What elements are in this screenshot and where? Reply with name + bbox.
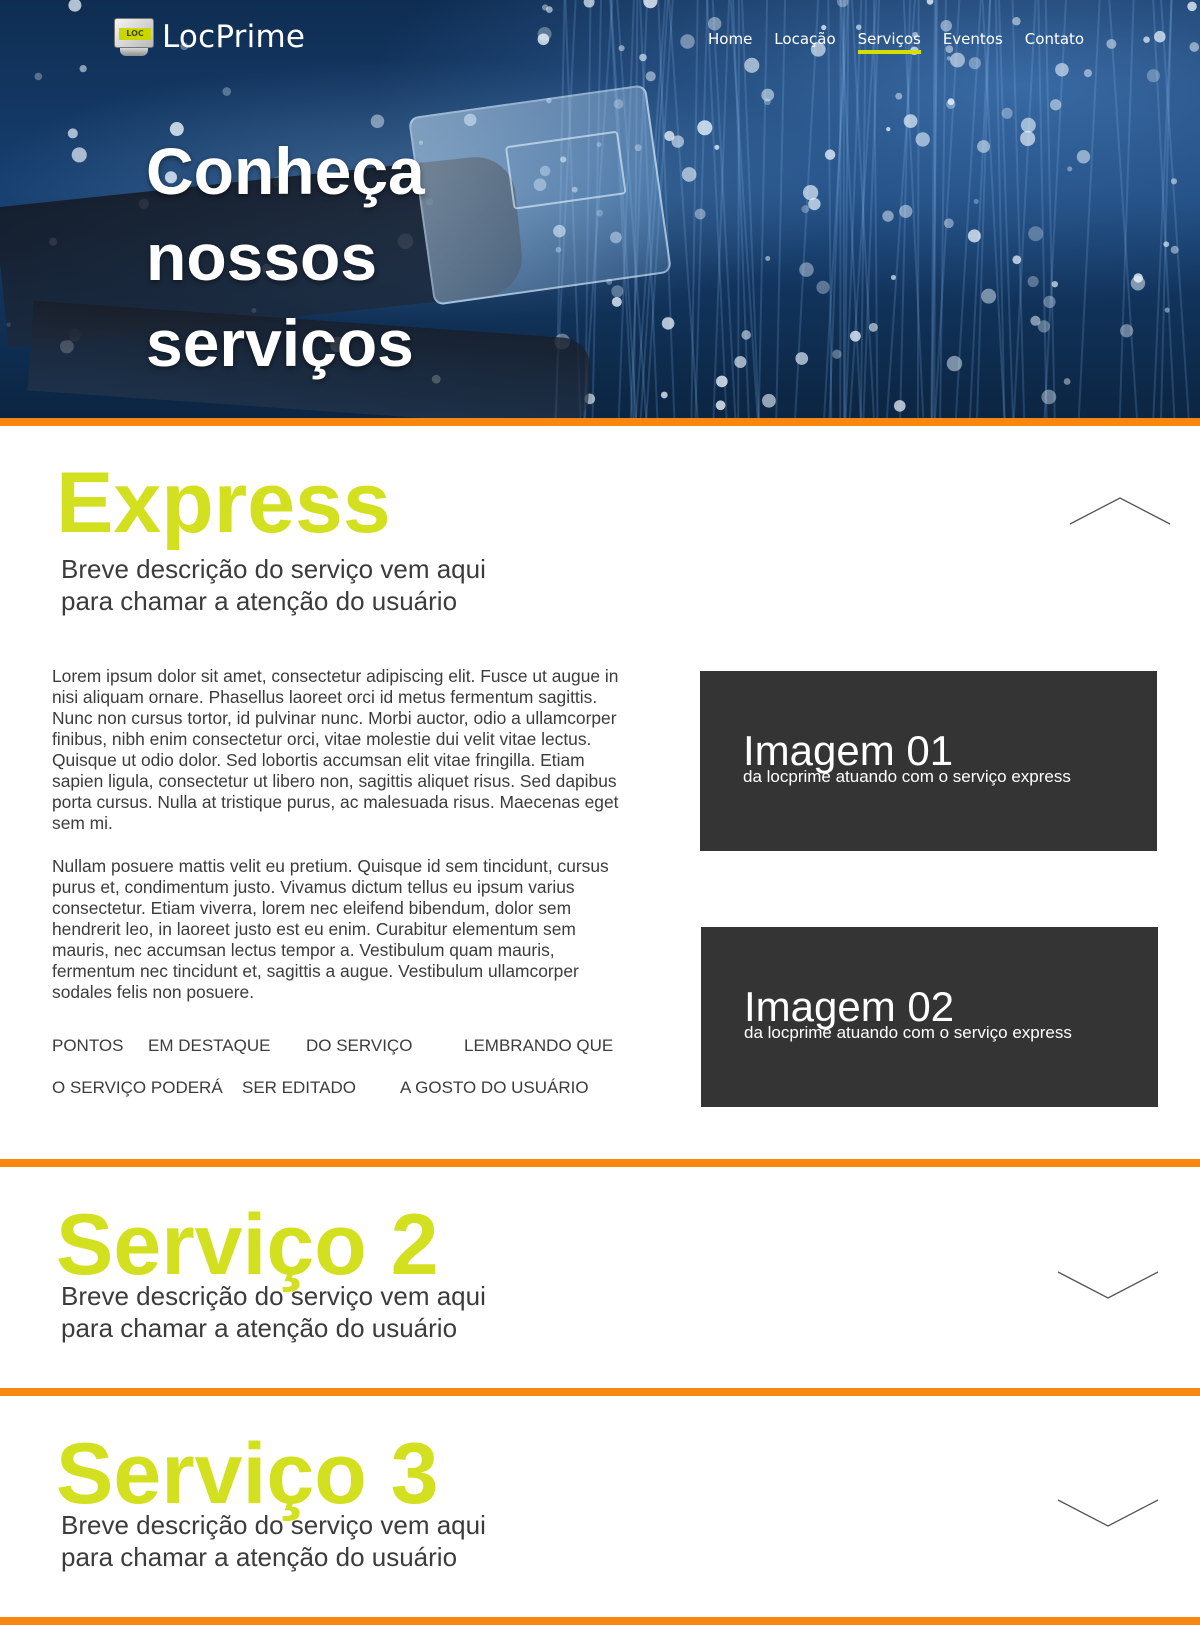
service-paragraph-2: Nullam posuere mattis velit eu pretium. …	[52, 856, 609, 1002]
hero-title-line-2: nossos	[146, 220, 378, 294]
service-description-line-1: Breve descrição do serviço vem aqui	[61, 1281, 486, 1311]
hero-title-line-3: serviços	[146, 306, 414, 380]
service-paragraph-1: Lorem ipsum dolor sit amet, consectetur …	[52, 666, 619, 833]
hero-divider	[0, 418, 1200, 426]
image-caption: da locprime atuando com o serviço expres…	[744, 1023, 1072, 1042]
service-description: Breve descrição do serviço vem aqui para…	[61, 1280, 581, 1344]
expand-chevron-down-icon[interactable]	[1056, 1270, 1160, 1300]
service-description-line-1: Breve descrição do serviço vem aqui	[61, 554, 486, 584]
main-nav: Home Locação Serviços Eventos Contato	[708, 30, 1106, 54]
service-title: Serviço 3	[56, 1426, 439, 1522]
point-item: O SERVIÇO PODERÁ	[52, 1078, 223, 1097]
section-divider	[0, 1617, 1200, 1625]
section-divider	[0, 1388, 1200, 1396]
service-description-line-1: Breve descrição do serviço vem aqui	[61, 1510, 486, 1540]
point-item: A GOSTO DO USUÁRIO	[400, 1078, 589, 1097]
service-title: Express	[56, 455, 391, 551]
collapse-chevron-up-icon[interactable]	[1068, 496, 1172, 526]
image-placeholder-01[interactable]: Imagem 01 da locprime atuando com o serv…	[700, 671, 1157, 851]
expand-chevron-down-icon[interactable]	[1056, 1498, 1160, 1528]
image-placeholder-02[interactable]: Imagem 02 da locprime atuando com o serv…	[701, 927, 1158, 1107]
logo-link[interactable]: LocPrime	[112, 16, 305, 58]
nav-locacao[interactable]: Locação	[774, 30, 835, 52]
nav-home[interactable]: Home	[708, 30, 752, 52]
service-express: Express Breve descrição do serviço vem a…	[0, 426, 1200, 1160]
point-item: DO SERVIÇO	[306, 1036, 413, 1055]
service-description-line-2: para chamar a atenção do usuário	[61, 586, 458, 616]
brand-name: LocPrime	[162, 19, 306, 55]
point-item: EM DESTAQUE	[148, 1036, 271, 1055]
nav-contato[interactable]: Contato	[1025, 30, 1084, 52]
service-description: Breve descrição do serviço vem aqui para…	[61, 1509, 581, 1573]
nav-eventos[interactable]: Eventos	[943, 30, 1003, 52]
nav-servicos[interactable]: Serviços	[857, 30, 922, 54]
hero-title: Conheça nossos serviços	[146, 128, 506, 386]
monitor-logo-icon	[112, 16, 156, 58]
service-title: Serviço 2	[56, 1197, 439, 1293]
point-item: SER EDITADO	[242, 1078, 356, 1097]
point-item: PONTOS	[52, 1036, 124, 1055]
hero-banner: LocPrime Home Locação Serviços Eventos C…	[0, 0, 1200, 426]
highlight-points: PONTOS EM DESTAQUE DO SERVIÇO LEMBRANDO …	[52, 1036, 642, 1106]
service-description-line-2: para chamar a atenção do usuário	[61, 1542, 458, 1572]
image-caption: da locprime atuando com o serviço expres…	[743, 767, 1071, 786]
hero-title-line-1: Conheça	[146, 134, 425, 208]
service-description-line-2: para chamar a atenção do usuário	[61, 1313, 458, 1343]
service-2[interactable]: Serviço 2 Breve descrição do serviço vem…	[0, 1167, 1200, 1389]
point-item: LEMBRANDO QUE	[464, 1036, 614, 1055]
service-3[interactable]: Serviço 3 Breve descrição do serviço vem…	[0, 1396, 1200, 1618]
service-description: Breve descrição do serviço vem aqui para…	[61, 553, 581, 617]
section-divider	[0, 1159, 1200, 1167]
